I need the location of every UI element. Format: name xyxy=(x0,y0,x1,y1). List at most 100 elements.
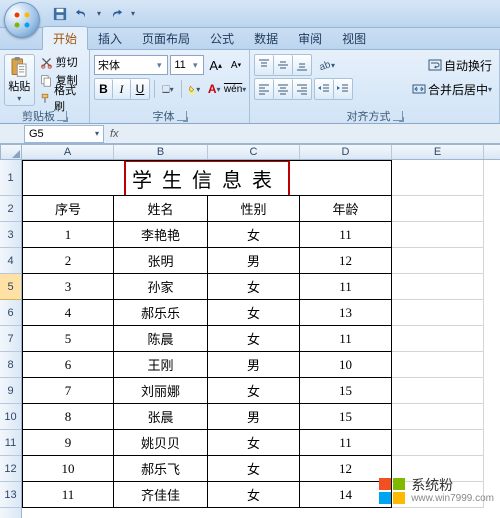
title-merged-cell[interactable]: 学生信息表 xyxy=(22,160,392,196)
row-header-11[interactable]: 11 xyxy=(0,430,21,456)
tab-insert[interactable]: 插入 xyxy=(88,27,132,49)
cell[interactable]: 8 xyxy=(22,404,114,430)
tab-review[interactable]: 审阅 xyxy=(288,27,332,49)
col-header-E[interactable]: E xyxy=(392,145,484,159)
cell[interactable]: 年龄 xyxy=(300,196,392,222)
cell[interactable]: 女 xyxy=(208,482,300,508)
cell[interactable]: 11 xyxy=(300,326,392,352)
cell[interactable] xyxy=(392,160,484,196)
cell[interactable]: 3 xyxy=(22,274,114,300)
cell[interactable]: 女 xyxy=(208,274,300,300)
row-header-5[interactable]: 5 xyxy=(0,274,21,300)
cell[interactable]: 男 xyxy=(208,248,300,274)
cell[interactable]: 男 xyxy=(208,352,300,378)
cell[interactable]: 6 xyxy=(22,352,114,378)
cell[interactable]: 15 xyxy=(300,378,392,404)
col-header-B[interactable]: B xyxy=(114,145,208,159)
align-center-button[interactable] xyxy=(274,79,293,99)
tab-layout[interactable]: 页面布局 xyxy=(132,27,200,49)
cell[interactable]: 女 xyxy=(208,222,300,248)
underline-button[interactable]: U xyxy=(131,79,149,99)
undo-dropdown[interactable]: ▾ xyxy=(94,5,104,23)
phonetic-button[interactable]: wén▾ xyxy=(225,79,245,99)
cell[interactable]: 12 xyxy=(300,248,392,274)
decrease-font-button[interactable]: A▾ xyxy=(227,55,245,75)
cell[interactable] xyxy=(392,196,484,222)
row-header-2[interactable]: 2 xyxy=(0,196,21,222)
increase-indent-button[interactable] xyxy=(334,79,352,99)
worksheet[interactable]: ABCDE 12345678910111213 学生信息表序号姓名性别年龄1李艳… xyxy=(0,144,500,518)
row-headers[interactable]: 12345678910111213 xyxy=(0,160,22,518)
cell[interactable]: 男 xyxy=(208,404,300,430)
column-headers[interactable]: ABCDE xyxy=(22,144,500,160)
increase-font-button[interactable]: A▴ xyxy=(206,55,225,75)
row-header-12[interactable]: 12 xyxy=(0,456,21,482)
row-header-8[interactable]: 8 xyxy=(0,352,21,378)
cell[interactable]: 女 xyxy=(208,378,300,404)
decrease-indent-button[interactable] xyxy=(315,79,334,99)
cell[interactable]: 7 xyxy=(22,378,114,404)
clipboard-dialog-launcher[interactable] xyxy=(57,111,67,121)
cell[interactable] xyxy=(392,300,484,326)
cell[interactable]: 10 xyxy=(300,352,392,378)
paste-button[interactable]: 粘贴 ▾ xyxy=(4,54,35,106)
font-size-combo[interactable]: 11▾ xyxy=(170,55,204,75)
row-header-3[interactable]: 3 xyxy=(0,222,21,248)
col-header-C[interactable]: C xyxy=(208,145,300,159)
qat-customize[interactable]: ▾ xyxy=(128,5,138,23)
cell[interactable]: 11 xyxy=(300,222,392,248)
cell[interactable]: 陈晨 xyxy=(114,326,208,352)
orientation-button[interactable]: ab▾ xyxy=(314,55,338,75)
cell[interactable]: 序号 xyxy=(22,196,114,222)
cell[interactable]: 女 xyxy=(208,300,300,326)
row-header-6[interactable]: 6 xyxy=(0,300,21,326)
fx-icon[interactable]: fx xyxy=(110,128,119,140)
col-header-D[interactable]: D xyxy=(300,145,392,159)
cell[interactable] xyxy=(392,248,484,274)
cell[interactable]: 姓名 xyxy=(114,196,208,222)
cell[interactable]: 12 xyxy=(300,456,392,482)
align-bottom-button[interactable] xyxy=(293,55,311,75)
cell[interactable]: 1 xyxy=(22,222,114,248)
cell[interactable]: 5 xyxy=(22,326,114,352)
tab-formulas[interactable]: 公式 xyxy=(200,27,244,49)
cell[interactable]: 14 xyxy=(300,482,392,508)
cell[interactable]: 2 xyxy=(22,248,114,274)
row-header-10[interactable]: 10 xyxy=(0,404,21,430)
row-header-7[interactable]: 7 xyxy=(0,326,21,352)
cell[interactable] xyxy=(392,222,484,248)
row-header-13[interactable]: 13 xyxy=(0,482,21,508)
office-button[interactable] xyxy=(4,2,40,38)
border-button[interactable]: ▾ xyxy=(159,79,177,99)
cell[interactable]: 4 xyxy=(22,300,114,326)
cell[interactable] xyxy=(392,326,484,352)
cell[interactable]: 张晨 xyxy=(114,404,208,430)
merge-center-button[interactable]: 合并后居中▾ xyxy=(409,79,495,99)
cell[interactable]: 13 xyxy=(300,300,392,326)
cell[interactable]: 郝乐乐 xyxy=(114,300,208,326)
wrap-text-button[interactable]: 自动换行 xyxy=(425,55,495,75)
cell[interactable]: 9 xyxy=(22,430,114,456)
align-left-button[interactable] xyxy=(255,79,274,99)
tab-view[interactable]: 视图 xyxy=(332,27,376,49)
cell[interactable] xyxy=(392,378,484,404)
bold-button[interactable]: B xyxy=(95,79,113,99)
alignment-dialog-launcher[interactable] xyxy=(393,111,403,121)
tab-home[interactable]: 开始 xyxy=(42,26,88,50)
cell[interactable]: 性别 xyxy=(208,196,300,222)
cell[interactable]: 刘丽娜 xyxy=(114,378,208,404)
row-header-4[interactable]: 4 xyxy=(0,248,21,274)
cell-grid[interactable]: 学生信息表序号姓名性别年龄1李艳艳女112张明男123孙家女114郝乐乐女135… xyxy=(22,160,500,518)
cell[interactable]: 10 xyxy=(22,456,114,482)
cell[interactable] xyxy=(392,352,484,378)
save-button[interactable] xyxy=(50,5,70,23)
cell[interactable] xyxy=(392,430,484,456)
cell[interactable]: 孙家 xyxy=(114,274,208,300)
col-header-A[interactable]: A xyxy=(22,145,114,159)
cell[interactable]: 姚贝贝 xyxy=(114,430,208,456)
fill-color-button[interactable]: ▾ xyxy=(185,79,203,99)
cut-button[interactable]: 剪切 xyxy=(38,54,85,71)
cell[interactable]: 15 xyxy=(300,404,392,430)
cell[interactable]: 11 xyxy=(300,274,392,300)
font-color-button[interactable]: A▾ xyxy=(205,79,223,99)
